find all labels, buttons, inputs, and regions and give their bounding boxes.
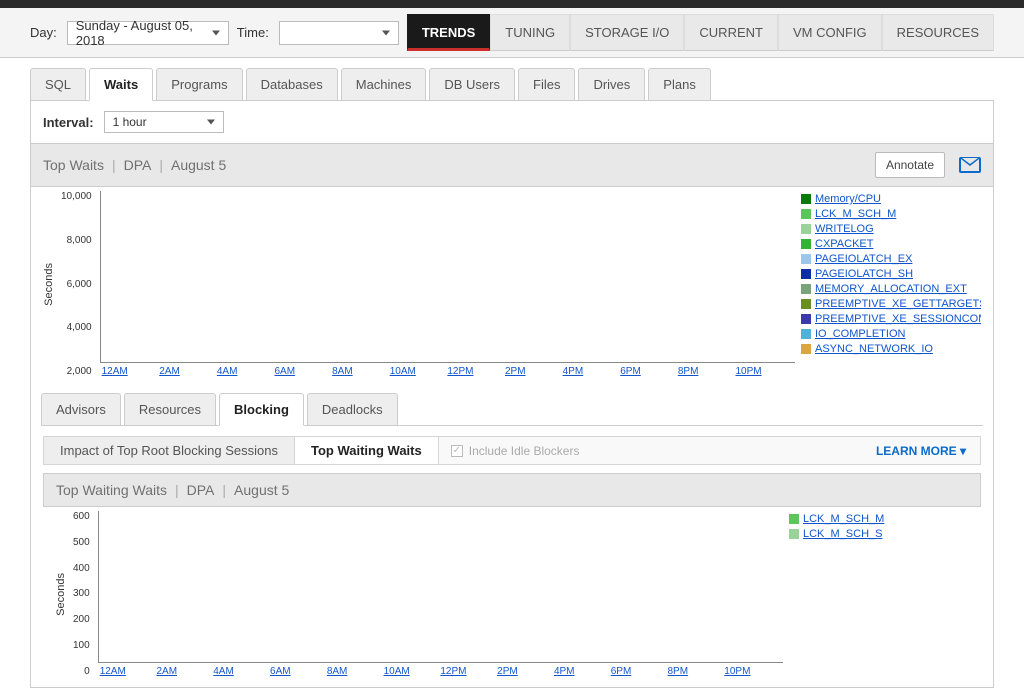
legend-item[interactable]: Memory/CPU xyxy=(801,193,981,205)
day-select[interactable]: Sunday - August 05, 2018 xyxy=(67,21,229,45)
top-waits-header: Top Waits| DPA| August 5 Annotate xyxy=(31,143,993,187)
legend-item[interactable]: PREEMPTIVE_XE_SESSIONCOMMI xyxy=(801,313,981,325)
category-tab-databases[interactable]: Databases xyxy=(246,68,338,100)
annotate-button[interactable]: Annotate xyxy=(875,152,945,178)
legend-item[interactable]: CXPACKET xyxy=(801,238,981,250)
sub-tab-resources[interactable]: Resources xyxy=(124,393,216,425)
legend-item[interactable]: PAGEIOLATCH_EX xyxy=(801,253,981,265)
legend-item[interactable]: LCK_M_SCH_M xyxy=(801,208,981,220)
sub-tab-advisors[interactable]: Advisors xyxy=(41,393,121,425)
main-tab-storage-i-o[interactable]: STORAGE I/O xyxy=(570,14,684,51)
main-tab-tuning[interactable]: TUNING xyxy=(490,14,570,51)
time-select[interactable] xyxy=(279,21,399,45)
legend-item[interactable]: MEMORY_ALLOCATION_EXT xyxy=(801,283,981,295)
time-label: Time: xyxy=(237,25,269,40)
learn-more-link[interactable]: LEARN MORE ▾ xyxy=(876,444,980,458)
filter-header: Day: Sunday - August 05, 2018 Time: TREN… xyxy=(0,8,1024,58)
legend-item[interactable]: IO_COMPLETION xyxy=(801,328,981,340)
main-tab-current[interactable]: CURRENT xyxy=(684,14,778,51)
sub-tab-deadlocks[interactable]: Deadlocks xyxy=(307,393,398,425)
sub-tab-blocking[interactable]: Blocking xyxy=(219,393,304,426)
sub-tabs: AdvisorsResourcesBlockingDeadlocks xyxy=(41,393,983,426)
interval-select[interactable]: 1 hour xyxy=(104,111,224,133)
legend-item[interactable]: PREEMPTIVE_XE_GETTARGETSTA xyxy=(801,298,981,310)
legend-item[interactable]: LCK_M_SCH_S xyxy=(789,528,969,540)
include-idle-blockers: ✓Include Idle Blockers xyxy=(451,444,580,458)
interval-label: Interval: xyxy=(43,115,94,130)
category-tab-db-users[interactable]: DB Users xyxy=(429,68,515,100)
top-waits-chart: Seconds 10,0008,0006,0004,0002,000 12AM2… xyxy=(31,187,993,377)
category-tab-programs[interactable]: Programs xyxy=(156,68,242,100)
category-tabs: SQLWaitsProgramsDatabasesMachinesDB User… xyxy=(30,68,994,101)
category-tab-files[interactable]: Files xyxy=(518,68,575,100)
legend-item[interactable]: LCK_M_SCH_M xyxy=(789,513,969,525)
mail-icon[interactable] xyxy=(959,157,981,173)
legend-item[interactable]: PAGEIOLATCH_SH xyxy=(801,268,981,280)
option-tab-1[interactable]: Top Waiting Waits xyxy=(295,437,439,464)
day-label: Day: xyxy=(30,25,57,40)
category-tab-drives[interactable]: Drives xyxy=(578,68,645,100)
legend-item[interactable]: WRITELOG xyxy=(801,223,981,235)
category-tab-plans[interactable]: Plans xyxy=(648,68,711,100)
top-waiting-waits-chart: Seconds 6005004003002001000 12AM2AM4AM6A… xyxy=(31,507,993,677)
top-waiting-waits-header: Top Waiting Waits| DPA| August 5 xyxy=(43,473,981,507)
legend-item[interactable]: ASYNC_NETWORK_IO xyxy=(801,343,981,355)
main-tab-trends[interactable]: TRENDS xyxy=(407,14,490,51)
top-waiting-waits-legend: LCK_M_SCH_M LCK_M_SCH_S xyxy=(789,511,969,677)
top-waits-legend: Memory/CPU LCK_M_SCH_M WRITELOG CXPACKET PAG… xyxy=(801,191,981,377)
main-tabs: TRENDSTUNINGSTORAGE I/OCURRENTVM CONFIGR… xyxy=(407,14,994,51)
main-tab-resources[interactable]: RESOURCES xyxy=(882,14,994,51)
option-tab-0[interactable]: Impact of Top Root Blocking Sessions xyxy=(44,437,295,464)
category-tab-sql[interactable]: SQL xyxy=(30,68,86,100)
main-tab-vm-config[interactable]: VM CONFIG xyxy=(778,14,882,51)
category-tab-waits[interactable]: Waits xyxy=(89,68,153,101)
blocking-options: Impact of Top Root Blocking SessionsTop … xyxy=(43,436,981,465)
category-tab-machines[interactable]: Machines xyxy=(341,68,427,100)
